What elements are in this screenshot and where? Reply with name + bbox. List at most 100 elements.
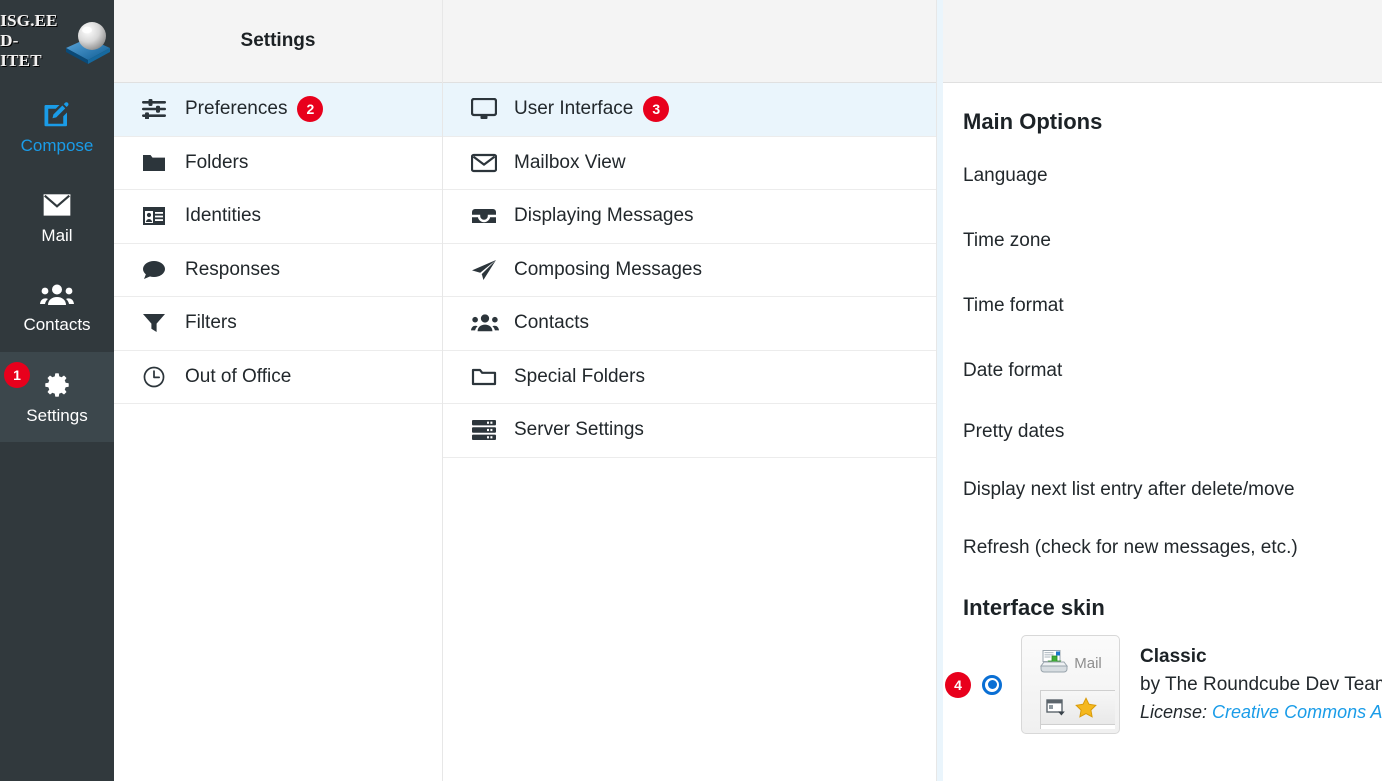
rail-item-compose-label: Compose (20, 135, 94, 155)
interface-skin-title: Interface skin (963, 595, 1105, 620)
pane-header (943, 0, 1382, 83)
identity-card-icon (142, 206, 172, 226)
roundcube-settings-app: ISG.EE D-ITET Compose Mail Contacts 1 Se… (0, 0, 1382, 781)
preferences-item-composing-messages-label: Composing Messages (514, 258, 702, 280)
option-row-time-format[interactable]: Time format (963, 273, 1382, 338)
app-logo[interactable]: ISG.EE D-ITET (0, 0, 114, 82)
clock-icon (142, 366, 172, 388)
user-interface-settings-pane: Main Options Language Time zone Time for… (937, 0, 1382, 781)
settings-item-identities[interactable]: Identities (114, 190, 442, 244)
preferences-item-special-folders[interactable]: Special Folders (443, 351, 936, 404)
task-rail-items: Compose Mail Contacts 1 Settings (0, 82, 114, 442)
option-row-refresh[interactable]: Refresh (check for new messages, etc.) (963, 519, 1382, 577)
option-label-date-format: Date format (963, 359, 1063, 381)
option-label-time-format: Time format (963, 294, 1064, 316)
thumbnail-toolbar (1040, 690, 1115, 724)
contacts-group-icon (471, 313, 501, 333)
option-label-display-next-list-entry: Display next list entry after delete/mov… (963, 479, 1295, 500)
paper-plane-icon (471, 259, 501, 281)
skin-license-prefix: License: (1140, 702, 1213, 722)
option-label-language: Language (963, 164, 1048, 186)
skin-radio-wrap: 4 (945, 671, 1021, 698)
option-row-date-format[interactable]: Date format (963, 338, 1382, 403)
skin-author: by The Roundcube Dev Team (1140, 674, 1382, 695)
preferences-item-displaying-messages-label: Displaying Messages (514, 205, 694, 227)
preferences-item-contacts[interactable]: Contacts (443, 297, 936, 351)
monitor-icon (471, 98, 501, 120)
preferences-item-server-settings-label: Server Settings (514, 419, 644, 441)
settings-item-folders[interactable]: Folders (114, 137, 442, 190)
skin-meta-classic: Classic by The Roundcube Dev Team Licens… (1140, 646, 1382, 723)
logo-text-line1: ISG.EE (0, 11, 58, 30)
settings-column-title: Settings (240, 30, 316, 51)
window-dropdown-icon (1046, 698, 1065, 715)
preferences-item-mailbox-view-label: Mailbox View (514, 151, 626, 173)
isg-sphere-logo-icon (65, 22, 110, 64)
step-badge-3: 3 (643, 96, 670, 123)
envelope-outline-icon (471, 153, 501, 173)
settings-item-folders-label: Folders (185, 151, 249, 173)
option-row-display-next-list-entry[interactable]: Display next list entry after delete/mov… (963, 461, 1382, 519)
rail-item-mail-label: Mail (41, 225, 73, 245)
main-options-title: Main Options (963, 109, 1103, 134)
envelope-icon (43, 193, 71, 216)
inbox-download-icon (1040, 650, 1069, 673)
option-row-language[interactable]: Language (963, 143, 1382, 208)
settings-item-filters-label: Filters (185, 312, 237, 334)
thumbnail-mail-button: Mail (1026, 640, 1115, 686)
preferences-item-user-interface-label: User Interface (514, 98, 634, 120)
preferences-item-mailbox-view[interactable]: Mailbox View (443, 137, 936, 190)
folder-outline-icon (471, 367, 501, 387)
preferences-item-special-folders-label: Special Folders (514, 365, 645, 387)
task-rail: ISG.EE D-ITET Compose Mail Contacts 1 Se… (0, 0, 114, 781)
folder-filled-icon (142, 153, 172, 173)
star-icon (1075, 697, 1097, 718)
skin-option-classic[interactable]: 4 Mail Classic by The Roundcube Dev Team… (945, 635, 1382, 734)
skin-name: Classic (1140, 646, 1207, 667)
rail-item-contacts[interactable]: Contacts (0, 262, 114, 352)
settings-item-out-of-office[interactable]: Out of Office (114, 351, 442, 404)
rail-item-mail[interactable]: Mail (0, 172, 114, 262)
funnel-icon (142, 313, 172, 333)
preferences-item-displaying-messages[interactable]: Displaying Messages (443, 190, 936, 244)
step-badge-4: 4 (945, 671, 971, 698)
skin-thumbnail-classic[interactable]: Mail (1021, 635, 1120, 734)
logo-text: ISG.EE D-ITET (0, 11, 57, 71)
settings-item-preferences[interactable]: Preferences 2 (114, 83, 442, 137)
preferences-item-server-settings[interactable]: Server Settings (443, 404, 936, 458)
step-badge-1: 1 (4, 362, 30, 388)
settings-item-filters[interactable]: Filters (114, 297, 442, 351)
skin-license: License: Creative Commons At (1140, 702, 1382, 723)
settings-column-header: Settings (114, 0, 442, 83)
thumbnail-mail-label: Mail (1074, 654, 1102, 672)
option-label-pretty-dates: Pretty dates (963, 421, 1065, 442)
rail-item-settings-label: Settings (26, 405, 88, 425)
preferences-list: User Interface 3 Mailbox View Displaying… (443, 83, 936, 458)
skin-radio-classic[interactable] (982, 674, 1002, 695)
preferences-item-contacts-label: Contacts (514, 312, 589, 334)
contacts-group-icon (40, 284, 74, 305)
preferences-column-header (443, 0, 936, 83)
rail-item-settings[interactable]: 1 Settings (0, 352, 114, 442)
option-row-pretty-dates[interactable]: Pretty dates (963, 403, 1382, 461)
settings-item-responses[interactable]: Responses (114, 244, 442, 297)
preferences-column: User Interface 3 Mailbox View Displaying… (443, 0, 937, 781)
settings-column: Settings Preferences 2 Folders Identitie… (114, 0, 443, 781)
skin-license-link[interactable]: Creative Commons At (1212, 702, 1382, 722)
inbox-tray-icon (471, 206, 501, 226)
compose-pencil-icon (44, 101, 69, 126)
settings-item-preferences-label: Preferences (185, 98, 288, 120)
settings-item-out-of-office-label: Out of Office (185, 365, 292, 387)
preferences-item-user-interface[interactable]: User Interface 3 (443, 83, 936, 137)
settings-item-responses-label: Responses (185, 258, 281, 280)
option-row-time-zone[interactable]: Time zone (963, 208, 1382, 273)
step-badge-2: 2 (297, 96, 324, 123)
rail-item-contacts-label: Contacts (23, 314, 91, 334)
option-label-time-zone: Time zone (963, 229, 1051, 251)
pane-body: Main Options Language Time zone Time for… (943, 83, 1382, 781)
rail-item-compose[interactable]: Compose (0, 82, 114, 172)
option-label-refresh: Refresh (check for new messages, etc.) (963, 537, 1298, 558)
preferences-item-composing-messages[interactable]: Composing Messages (443, 244, 936, 297)
server-stack-icon (471, 419, 501, 441)
sliders-icon (142, 99, 172, 120)
